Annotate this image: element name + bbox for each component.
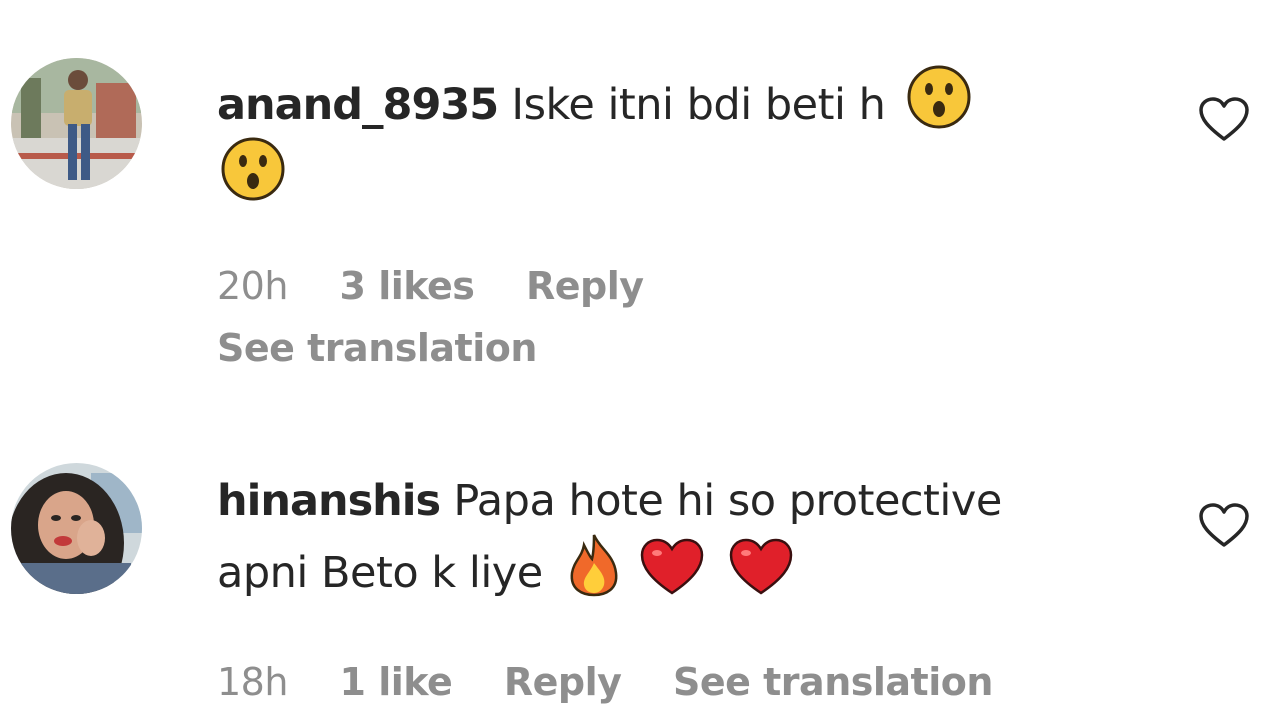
comment-text-continued: apni Beto k liye: [217, 548, 543, 598]
like-heart-icon[interactable]: [1198, 97, 1250, 143]
fire-icon: [564, 533, 624, 597]
red-heart-icon: [728, 537, 794, 597]
username[interactable]: anand_8935: [217, 80, 499, 130]
astonished-face-icon: [907, 65, 971, 129]
timestamp[interactable]: 20h: [217, 264, 288, 308]
reply-button[interactable]: Reply: [504, 660, 622, 704]
username[interactable]: hinanshis: [217, 476, 441, 526]
likes-count[interactable]: 1 like: [340, 660, 453, 704]
comment-text-line-1: hinanshis Papa hote hi so protective: [217, 469, 1177, 533]
like-heart-icon[interactable]: [1198, 503, 1250, 549]
astonished-face-icon: [221, 137, 285, 201]
timestamp[interactable]: 18h: [217, 660, 288, 704]
red-heart-icon: [639, 537, 705, 597]
comment-text-line-1: anand_8935 Iske itni bdi beti h: [217, 65, 1177, 137]
avatar-anand-8935[interactable]: [11, 58, 142, 189]
comment-text-line-2: apni Beto k liye: [217, 533, 1177, 605]
see-translation-button[interactable]: See translation: [673, 660, 993, 704]
see-translation-button[interactable]: See translation: [217, 326, 537, 370]
comment-text: Papa hote hi so protective: [453, 476, 1002, 526]
likes-count[interactable]: 3 likes: [340, 264, 475, 308]
comment-text: Iske itni bdi beti h: [511, 80, 886, 130]
comment-meta: 20h 3 likes Reply: [217, 261, 1177, 311]
avatar-hinanshis[interactable]: [11, 463, 142, 594]
comment-text-line-2: [217, 137, 1177, 209]
comment-meta: 18h 1 like Reply See translation: [217, 657, 1177, 707]
reply-button[interactable]: Reply: [526, 264, 644, 308]
